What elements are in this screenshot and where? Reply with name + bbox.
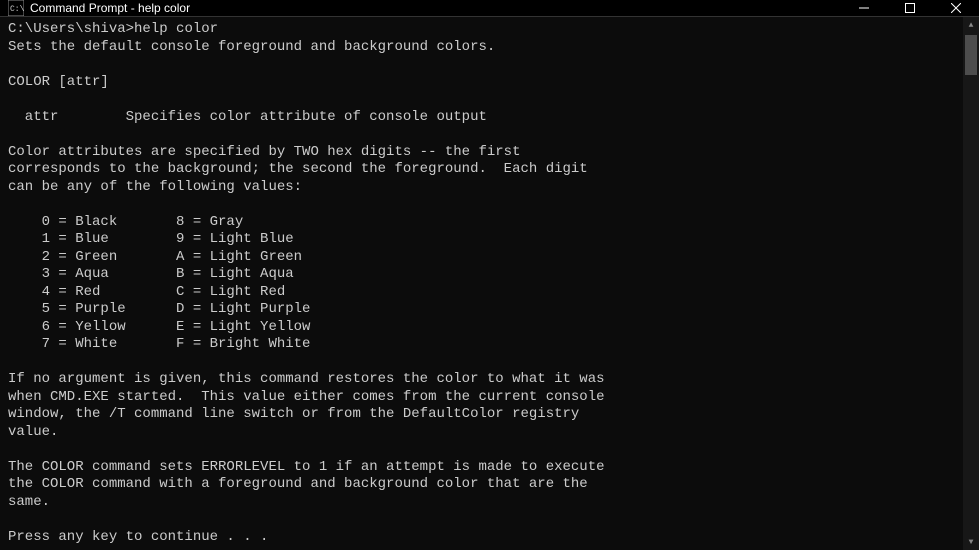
output-line: If no argument is given, this command re… — [8, 371, 605, 387]
scroll-down-arrow[interactable]: ▼ — [963, 534, 979, 550]
color-line: 4 = Red C = Light Red — [8, 284, 285, 300]
minimize-button[interactable] — [841, 0, 887, 16]
output-line: Sets the default console foreground and … — [8, 39, 495, 55]
color-line: 3 = Aqua B = Light Aqua — [8, 266, 294, 282]
output-line: the COLOR command with a foreground and … — [8, 476, 588, 492]
output-line: window, the /T command line switch or fr… — [8, 406, 579, 422]
color-line: 6 = Yellow E = Light Yellow — [8, 319, 310, 335]
output-line: COLOR [attr] — [8, 74, 109, 90]
continue-prompt: Press any key to continue . . . — [8, 529, 268, 545]
color-line: 0 = Black 8 = Gray — [8, 214, 243, 230]
output-line: value. — [8, 424, 58, 440]
output-line: Color attributes are specified by TWO he… — [8, 144, 520, 160]
maximize-button[interactable] — [887, 0, 933, 16]
color-line: 1 = Blue 9 = Light Blue — [8, 231, 294, 247]
prompt-text: C:\Users\shiva> — [8, 21, 134, 37]
scroll-up-arrow[interactable]: ▲ — [963, 17, 979, 33]
command-text: help color — [134, 21, 218, 37]
titlebar[interactable]: C:\ Command Prompt - help color — [0, 0, 979, 17]
output-line: The COLOR command sets ERRORLEVEL to 1 i… — [8, 459, 605, 475]
vertical-scrollbar[interactable]: ▲ ▼ — [963, 17, 979, 550]
terminal-output[interactable]: C:\Users\shiva>help color Sets the defau… — [0, 17, 963, 550]
window-title: Command Prompt - help color — [30, 1, 841, 15]
close-button[interactable] — [933, 0, 979, 16]
color-line: 2 = Green A = Light Green — [8, 249, 302, 265]
terminal-area: C:\Users\shiva>help color Sets the defau… — [0, 17, 979, 550]
output-line: corresponds to the background; the secon… — [8, 161, 588, 177]
scrollbar-thumb[interactable] — [965, 35, 977, 75]
color-line: 5 = Purple D = Light Purple — [8, 301, 310, 317]
color-line: 7 = White F = Bright White — [8, 336, 310, 352]
output-line: same. — [8, 494, 50, 510]
output-line: can be any of the following values: — [8, 179, 302, 195]
output-line: when CMD.EXE started. This value either … — [8, 389, 605, 405]
window-controls — [841, 0, 979, 16]
cmd-icon: C:\ — [8, 0, 24, 16]
output-line: attr Specifies color attribute of consol… — [8, 109, 487, 125]
svg-text:C:\: C:\ — [10, 5, 24, 14]
command-prompt-window: C:\ Command Prompt - help color C:\Users… — [0, 0, 979, 512]
